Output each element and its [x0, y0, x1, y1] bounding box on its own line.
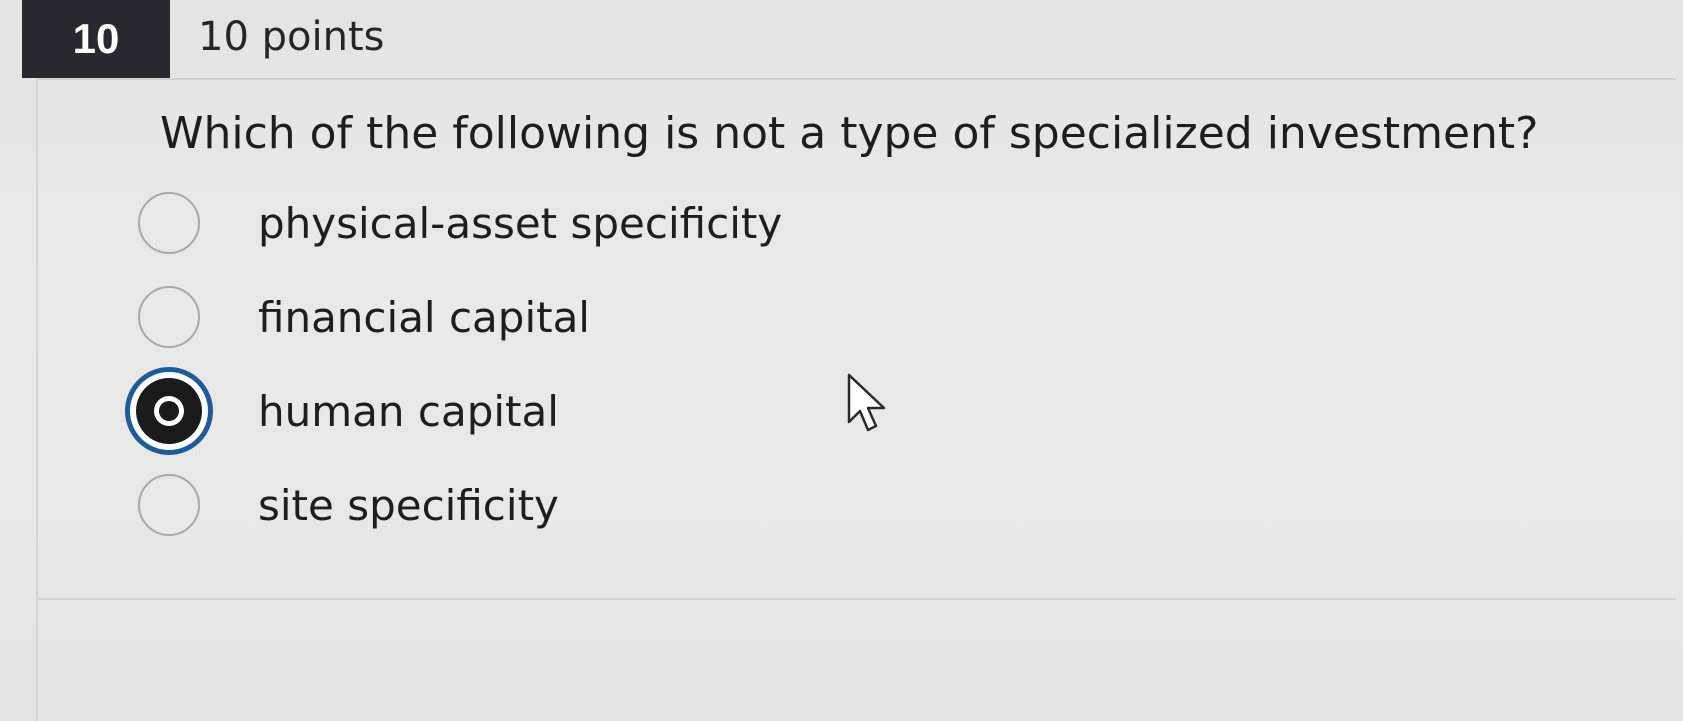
option-label[interactable]: human capital — [258, 387, 559, 436]
option-label[interactable]: site specificity — [258, 481, 559, 530]
radio-selected-core — [159, 401, 179, 421]
answer-option-2[interactable]: financial capital — [138, 270, 782, 364]
question-number: 10 — [72, 15, 120, 62]
question-points: 10 points — [198, 14, 385, 60]
answer-option-4[interactable]: site specificity — [138, 458, 782, 552]
radio-button-option-1[interactable] — [138, 192, 200, 254]
radio-selected-ring — [136, 378, 202, 444]
radio-button-option-4[interactable] — [138, 474, 200, 536]
divider-top — [36, 78, 1676, 80]
answer-options: physical-asset specificity financial cap… — [125, 176, 782, 552]
radio-button-option-2[interactable] — [138, 286, 200, 348]
radio-button-option-3-selected[interactable] — [125, 367, 213, 455]
option-label[interactable]: financial capital — [258, 293, 590, 342]
question-text: Which of the following is not a type of … — [160, 108, 1539, 159]
question-number-badge: 10 — [22, 0, 170, 78]
answer-option-3[interactable]: human capital — [125, 364, 782, 458]
mouse-pointer-icon — [847, 373, 886, 432]
left-rule — [36, 78, 38, 721]
answer-option-1[interactable]: physical-asset specificity — [138, 176, 782, 270]
radio-selected-dot — [154, 396, 184, 426]
divider-bottom — [36, 598, 1676, 600]
option-label[interactable]: physical-asset specificity — [258, 199, 782, 248]
